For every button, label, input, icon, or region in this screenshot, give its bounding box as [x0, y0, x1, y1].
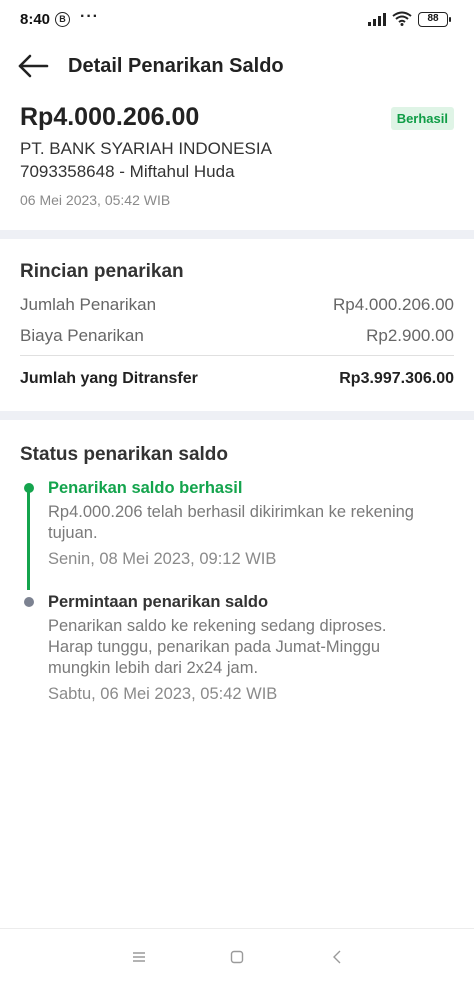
recent-apps-button[interactable] [127, 947, 151, 967]
wifi-icon [392, 11, 412, 26]
arrow-left-icon [18, 54, 49, 78]
total-value: Rp3.997.306.00 [339, 370, 454, 387]
status-title: Status penarikan saldo [20, 444, 229, 465]
app-header: Detail Penarikan Saldo [0, 44, 474, 88]
section-divider [0, 230, 474, 239]
step-description-line: tujuan. [48, 524, 98, 542]
bank-account: 7093358648 - Miftahul Huda [20, 162, 235, 181]
system-nav-bar [0, 928, 474, 985]
step-date: Sabtu, 06 Mei 2023, 05:42 WIB [48, 685, 278, 703]
home-button[interactable] [225, 947, 249, 967]
step-description: Penarikan saldo ke rekening sedang dipro… [48, 616, 458, 679]
step-date: Senin, 08 Mei 2023, 09:12 WIB [48, 550, 277, 568]
section-divider [0, 411, 474, 420]
status-time: 8:40 [20, 11, 51, 28]
withdrawal-amount: Rp4.000.206.00 [20, 103, 200, 131]
step-description-line: mungkin lebih dari 2x24 jam. [48, 659, 259, 677]
bank-name: PT. BANK SYARIAH INDONESIA [20, 139, 272, 158]
b-badge-icon: B [55, 12, 70, 27]
step-description-line: Rp4.000.206 telah berhasil dikirimkan ke… [48, 503, 414, 521]
step-pending-dot [24, 597, 34, 607]
detail-row-value: Rp4.000.206.00 [333, 295, 454, 314]
step-description-line: Penarikan saldo ke rekening sedang dipro… [48, 617, 387, 635]
detail-row-value: Rp2.900.00 [366, 326, 454, 345]
status-bar: 8:40 B ··· 88 [0, 0, 474, 40]
signal-icon [368, 13, 386, 26]
system-back-button[interactable] [325, 947, 349, 967]
step-heading: Permintaan penarikan saldo [48, 593, 269, 611]
more-dots-icon: ··· [80, 8, 99, 25]
detail-row-label: Jumlah Penarikan [20, 295, 157, 314]
battery-icon: 88 [418, 12, 451, 27]
page-title: Detail Penarikan Saldo [68, 55, 284, 77]
total-label: Jumlah yang Ditransfer [20, 370, 198, 387]
row-divider [20, 355, 454, 356]
back-chevron-icon [333, 950, 341, 964]
status-badge: Berhasil [390, 107, 454, 130]
menu-icon [133, 952, 145, 962]
details-title: Rincian penarikan [20, 261, 184, 282]
step-description-line: Harap tunggu, penarikan pada Jumat-Mingg… [48, 638, 381, 656]
home-square-icon [230, 950, 244, 964]
back-button[interactable] [14, 50, 52, 82]
timeline-line [27, 490, 30, 590]
detail-row-label: Biaya Penarikan [20, 326, 144, 345]
step-heading: Penarikan saldo berhasil [48, 479, 243, 497]
step-description: Rp4.000.206 telah berhasil dikirimkan ke… [48, 502, 458, 544]
step-done-dot [24, 483, 34, 493]
request-date: 06 Mei 2023, 05:42 WIB [20, 192, 171, 208]
